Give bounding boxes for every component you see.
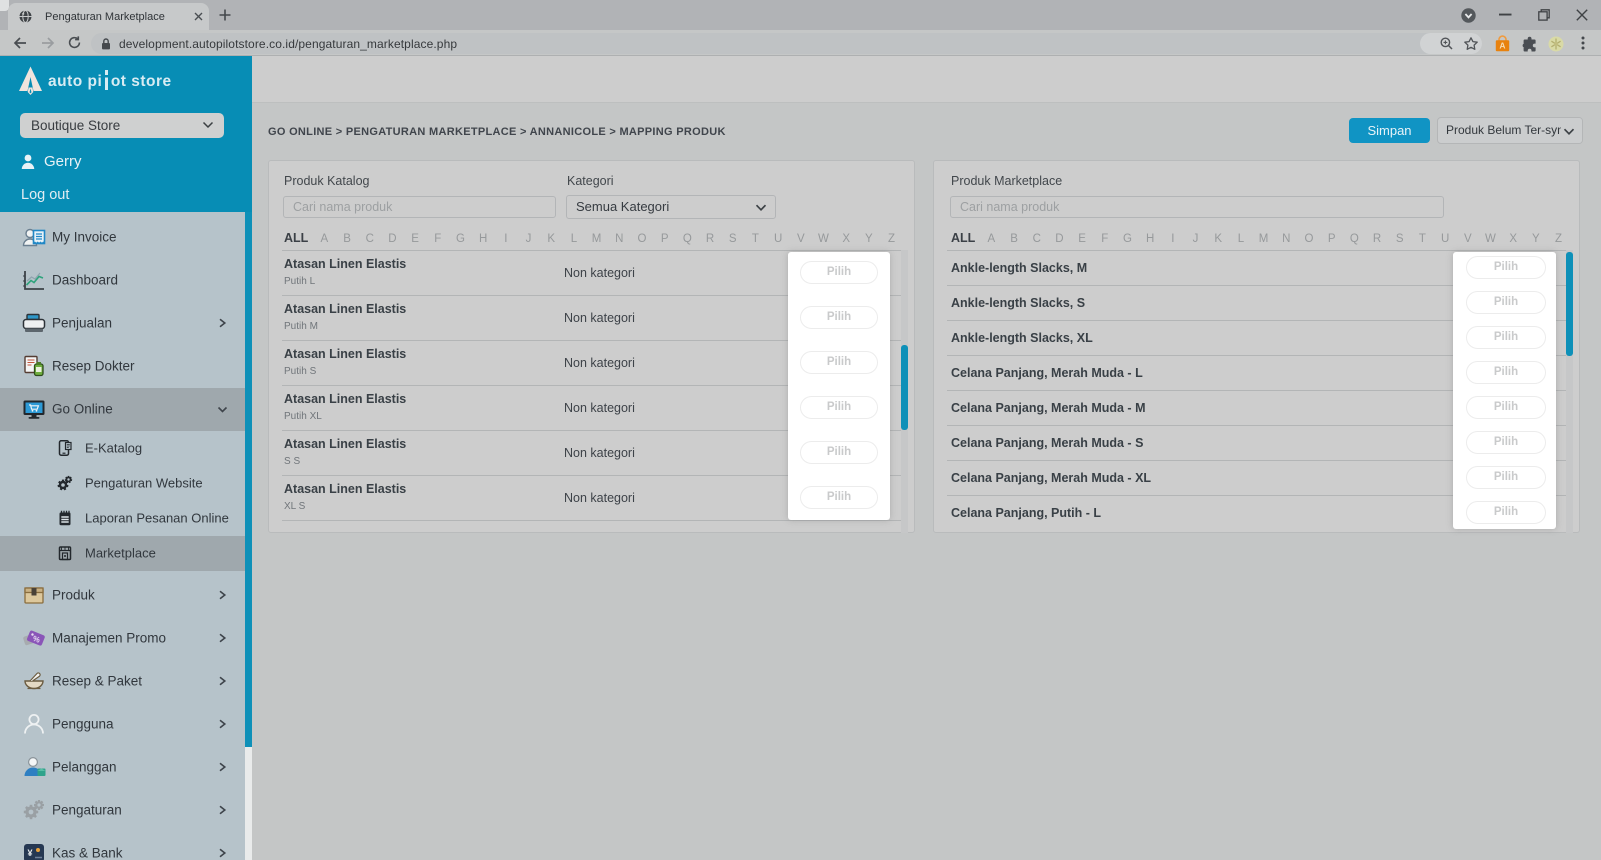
svg-text:A: A xyxy=(1499,41,1505,51)
svg-text:¥: ¥ xyxy=(27,848,32,858)
